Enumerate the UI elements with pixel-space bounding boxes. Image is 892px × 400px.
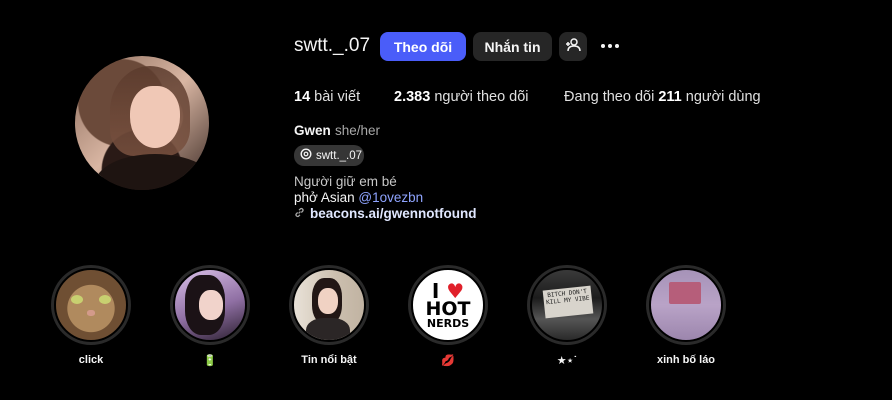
avatar-shoulder (95, 154, 209, 190)
sign-image: BITCH DON'T KILL MY VIBE (530, 268, 604, 342)
add-person-icon (565, 38, 581, 55)
message-button[interactable]: Nhắn tin (473, 32, 552, 61)
posts-label: bài viết (314, 89, 361, 105)
hot-row2: HOT (425, 297, 471, 320)
following-label: người dùng (685, 89, 761, 105)
followers-count: 2.383 (394, 89, 431, 105)
profile-external-link[interactable]: beacons.ai/gwennotfound (294, 206, 477, 221)
hot-row3: NERDS (426, 316, 470, 330)
highlight-photo (649, 268, 723, 342)
more-options-icon[interactable] (598, 36, 622, 56)
link-icon (294, 207, 305, 221)
posts-stat: 14 bài viết (294, 89, 360, 105)
highlight-stars[interactable]: BITCH DON'T KILL MY VIBE (527, 265, 607, 345)
followers-label: người theo dõi (434, 89, 529, 105)
highlight-label: Tin nổi bật (301, 354, 357, 366)
profile-avatar[interactable] (75, 56, 209, 190)
cat-nose (87, 310, 95, 316)
profile-username: swtt._.07 (294, 35, 371, 56)
followers-stat[interactable]: 2.383 người theo dõi (394, 89, 529, 105)
profile-pronouns: she/her (335, 123, 381, 138)
highlight-label: xinh bố láo (656, 354, 716, 366)
sign-board: BITCH DON'T KILL MY VIBE (542, 285, 594, 319)
threads-handle: swtt._.07 (316, 149, 363, 162)
bio-mention-link[interactable]: @1ovezbn (358, 190, 423, 205)
highlight-kiss[interactable]: I ♥ HOT NERDS (408, 265, 488, 345)
dot (615, 44, 619, 48)
photo-face (199, 290, 223, 320)
highlight-battery[interactable] (170, 265, 250, 345)
avatar-face (130, 86, 180, 148)
profile-full-name: Gwen (294, 123, 331, 138)
cat-eye (71, 295, 83, 304)
threads-icon (300, 148, 312, 163)
hot-nerds-image: I ♥ HOT NERDS (411, 268, 485, 342)
highlight-label: click (78, 354, 104, 366)
posts-count: 14 (294, 89, 311, 105)
following-count: 211 (658, 89, 682, 105)
follow-button[interactable]: Theo dõi (380, 32, 466, 61)
highlight-label: 💋 (441, 355, 455, 367)
highlight-label: ★⋆˙ (556, 355, 578, 367)
link-text: beacons.ai/gwennotfound (310, 206, 477, 221)
hot-row1: I ♥ (432, 281, 464, 301)
dot (601, 44, 605, 48)
photo-card (669, 282, 701, 304)
dot (608, 44, 612, 48)
cat-image (54, 268, 128, 342)
threads-badge[interactable]: swtt._.07 (294, 145, 364, 166)
bio-line-2-text: phở Asian (294, 190, 359, 205)
suggest-user-button[interactable] (559, 32, 587, 61)
bio-line-2: phở Asian @1ovezbn (294, 190, 423, 205)
following-prefix: Đang theo dõi (564, 89, 655, 105)
highlight-tin-noi-bat[interactable] (289, 265, 369, 345)
cat-eye (99, 295, 111, 304)
highlight-xinh-bo-lao[interactable] (646, 265, 726, 345)
highlight-photo (173, 268, 247, 342)
photo-face (318, 288, 338, 314)
following-stat[interactable]: Đang theo dõi 211 người dùng (564, 89, 761, 105)
highlight-label: 🔋 (203, 355, 217, 367)
bio-line-1: Người giữ em bé (294, 174, 397, 189)
photo-body (306, 318, 350, 340)
highlight-click[interactable] (51, 265, 131, 345)
highlight-photo (292, 268, 366, 342)
